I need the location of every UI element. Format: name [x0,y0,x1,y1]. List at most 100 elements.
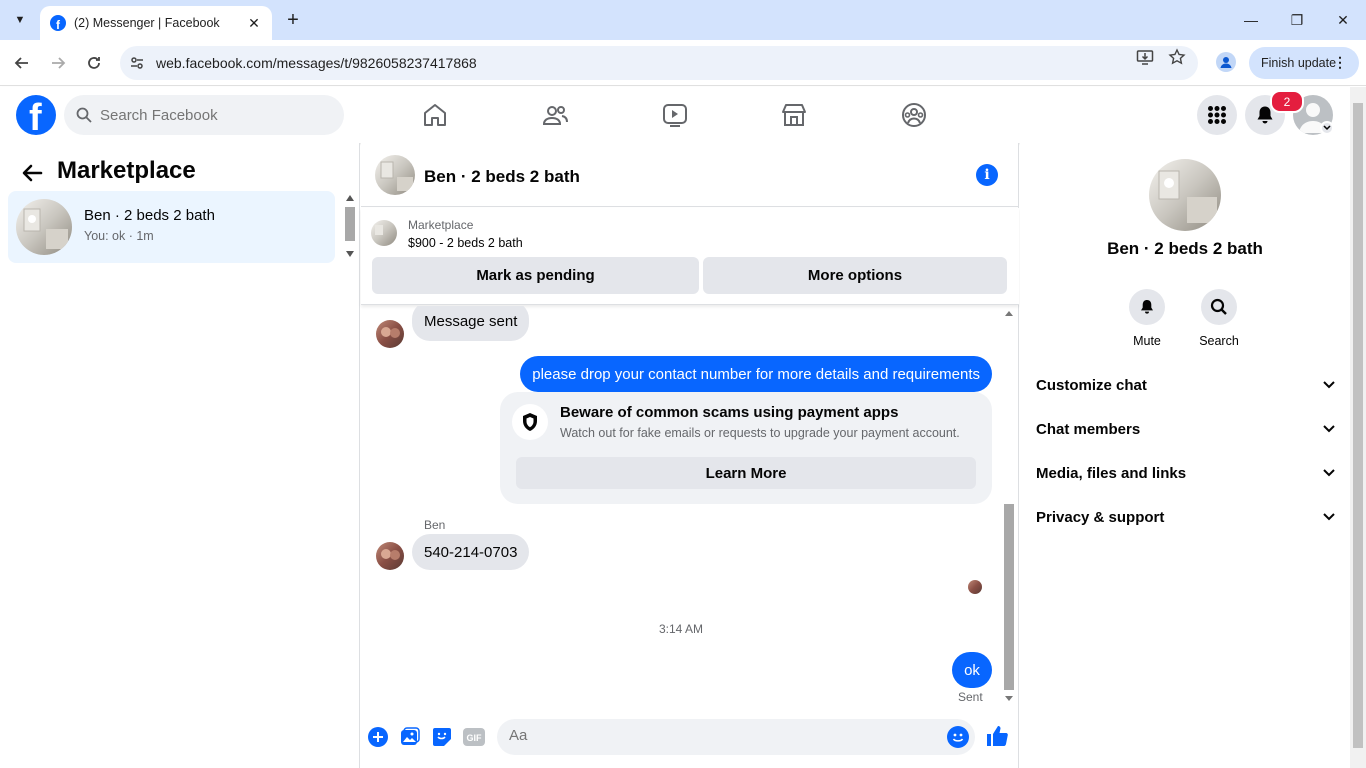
thumbs-up-icon[interactable] [985,724,1009,748]
message-input[interactable] [509,727,929,744]
section-label: Media, files and links [1036,464,1187,482]
new-tab-button[interactable]: + [282,9,304,31]
facebook-logo[interactable]: f [16,95,56,135]
back-button[interactable] [10,51,34,75]
sender-avatar[interactable] [376,320,404,348]
minimize-button[interactable]: — [1228,0,1274,40]
info-icon[interactable]: i [976,164,998,186]
browser-tab[interactable]: f (2) Messenger | Facebook ✕ [40,6,272,40]
section-label: Chat members [1036,420,1141,438]
customize-chat-section[interactable]: Customize chat [1036,363,1336,407]
photo-icon[interactable] [399,726,421,748]
conversation-snippet: You: ok · 1m [84,229,154,243]
incoming-message[interactable]: 540-214-0703 [412,534,530,570]
emoji-icon[interactable] [947,726,969,748]
forward-button[interactable] [46,51,70,75]
page-scrollbar-thumb[interactable] [1353,103,1363,748]
search-input[interactable] [100,106,320,124]
chat-details-panel: Ben · 2 beds 2 bath Mute Search Customiz… [1020,143,1350,768]
listing-price-title[interactable]: $900 - 2 beds 2 bath [408,236,523,250]
mute-label: Mute [1133,334,1161,348]
bell-icon[interactable] [1129,289,1165,325]
friends-icon[interactable] [541,101,569,129]
marketplace-chats-sidebar: Marketplace Ben · 2 beds 2 bath You: ok … [0,143,360,768]
browser-menu-icon[interactable]: ⋮ [1333,55,1347,69]
details-avatar[interactable] [1149,159,1221,231]
home-icon[interactable] [421,101,449,129]
page-scrollbar[interactable] [1350,87,1366,768]
account-chevron-down-icon[interactable] [1320,121,1334,135]
chat-scroll-up-icon[interactable] [1005,311,1013,316]
chat-avatar[interactable] [375,155,415,195]
notification-count-badge: 2 [1270,90,1304,113]
chat-scroll-down-icon[interactable] [1005,696,1013,701]
message-status: Sent [958,690,983,704]
tab-search-button[interactable]: ▼ [8,8,32,32]
listing-thumbnail[interactable] [371,220,397,246]
chat-scrollbar[interactable] [1002,306,1016,706]
media-files-links-section[interactable]: Media, files and links [1036,451,1336,495]
reload-button[interactable] [82,51,106,75]
outgoing-message[interactable]: ok [952,652,992,688]
marketplace-icon[interactable] [780,101,808,129]
site-settings-icon[interactable] [128,54,146,72]
add-attachment-icon[interactable] [367,726,389,748]
sticker-icon[interactable] [431,726,453,748]
privacy-support-section[interactable]: Privacy & support [1036,495,1336,539]
chevron-down-icon [1323,513,1335,521]
incoming-message[interactable]: Message sent [412,306,530,341]
outgoing-message[interactable]: please drop your contact number for more… [520,356,992,392]
listing-label: Marketplace [408,218,474,232]
mark-as-pending-button[interactable]: Mark as pending [372,257,699,294]
back-arrow-icon[interactable] [20,161,44,185]
video-icon[interactable] [661,101,689,129]
more-options-button[interactable]: More options [703,257,1007,294]
facebook-search[interactable] [64,95,344,135]
sender-name: Ben [424,518,446,532]
message-input-wrapper[interactable] [497,719,975,755]
install-app-icon[interactable] [1136,48,1154,66]
marketplace-listing-banner: Marketplace $900 - 2 beds 2 bath Mark as… [361,208,1019,305]
scam-warning-title: Beware of common scams using payment app… [560,404,899,421]
search-action[interactable]: Search [1189,289,1249,348]
url-text: web.facebook.com/messages/t/982605823741… [156,55,477,71]
restore-button[interactable]: ❐ [1274,0,1320,40]
scam-warning-description: Watch out for fake emails or requests to… [560,426,960,440]
groups-icon[interactable] [900,101,928,129]
scam-warning-card: Beware of common scams using payment app… [500,392,992,504]
learn-more-button[interactable]: Learn More [516,457,976,489]
search-icon[interactable] [1201,289,1237,325]
gif-icon[interactable]: GIF [463,726,485,748]
read-receipt-avatar [968,580,982,594]
facebook-favicon-icon: f [50,15,66,31]
search-label: Search [1199,334,1239,348]
details-name: Ben · 2 beds 2 bath [1107,239,1263,258]
finish-update-label: Finish update [1261,56,1337,70]
browser-profile-icon[interactable] [1216,52,1236,72]
chat-header: Ben · 2 beds 2 bath i [361,143,1019,207]
sender-avatar[interactable] [376,542,404,570]
sidebar-scrollbar[interactable] [343,191,357,263]
chat-title[interactable]: Ben · 2 beds 2 bath [424,167,580,187]
bookmark-star-icon[interactable] [1168,48,1186,66]
sidebar-scrollbar-thumb[interactable] [345,207,355,241]
conversation-item[interactable]: Ben · 2 beds 2 bath You: ok · 1m [8,191,335,263]
tab-close-icon[interactable]: ✕ [246,15,262,32]
chat-members-section[interactable]: Chat members [1036,407,1336,451]
browser-tab-bar: ▼ f (2) Messenger | Facebook ✕ + — ❐ ✕ [0,0,1366,40]
address-bar[interactable]: web.facebook.com/messages/t/982605823741… [120,46,1198,80]
listing-thumbnail [16,199,72,255]
chat-scrollbar-thumb[interactable] [1004,504,1014,690]
finish-update-button[interactable]: Finish update ⋮ [1249,47,1359,79]
browser-toolbar: web.facebook.com/messages/t/982605823741… [0,40,1366,86]
menu-grid-icon[interactable] [1197,95,1237,135]
facebook-header: f [0,87,1350,143]
window-close-button[interactable]: ✕ [1320,0,1366,40]
conversation-name: Ben · 2 beds 2 bath [84,207,215,224]
section-label: Privacy & support [1036,508,1165,526]
chevron-down-icon [1323,425,1335,433]
svg-text:GIF: GIF [467,733,483,743]
chevron-down-icon [1323,469,1335,477]
search-icon [76,107,92,123]
mute-action[interactable]: Mute [1117,289,1177,348]
